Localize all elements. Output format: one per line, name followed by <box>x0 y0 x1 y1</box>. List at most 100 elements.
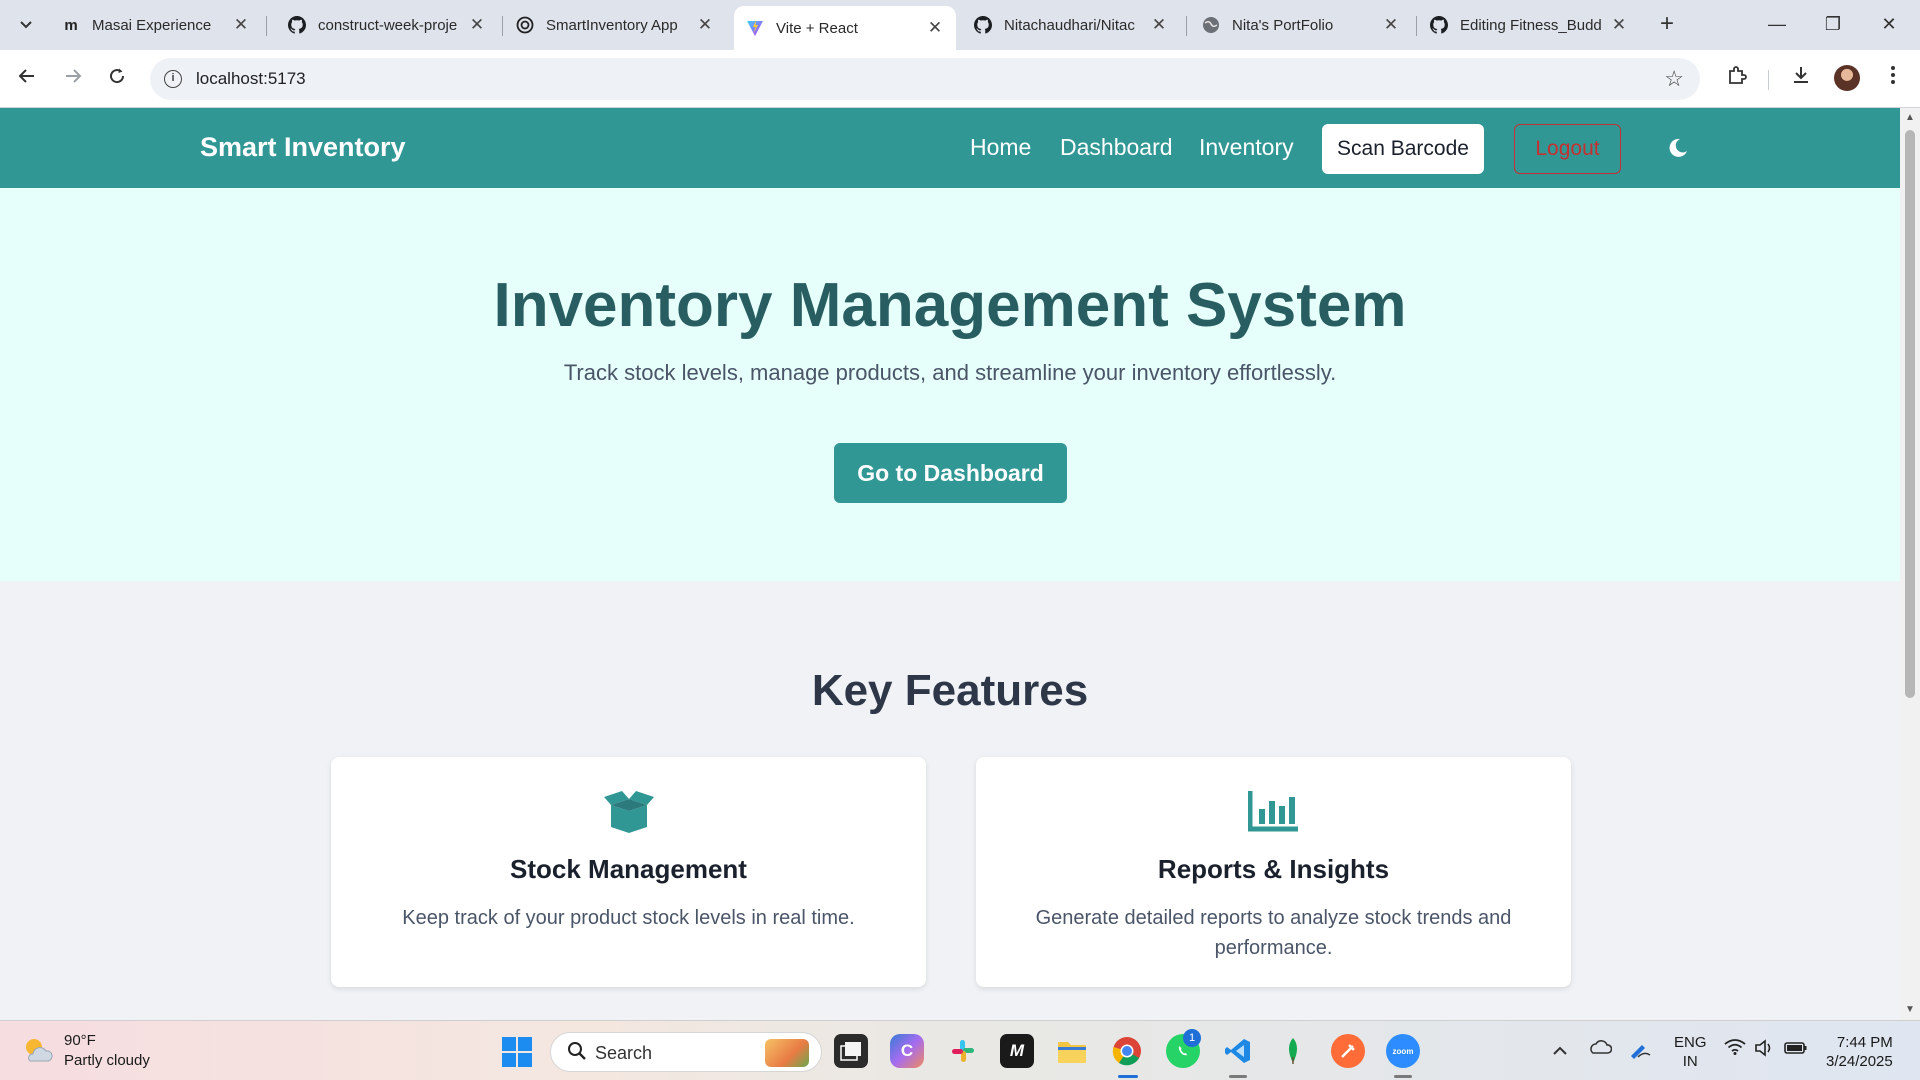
mongodb-icon[interactable] <box>1276 1034 1310 1068</box>
running-app-indicator <box>1394 1075 1412 1078</box>
puzzle-icon <box>1729 66 1747 84</box>
bar-chart-icon <box>1247 789 1300 833</box>
restore-button[interactable]: ❐ <box>1806 8 1860 42</box>
input-language-indicator[interactable]: ENG IN <box>1674 1033 1707 1071</box>
address-bar[interactable]: i localhost:5173 ☆ <box>150 58 1700 100</box>
close-tab-icon[interactable]: ✕ <box>1380 15 1402 35</box>
extensions-button[interactable] <box>1722 64 1752 94</box>
weather-partly-cloudy-icon[interactable] <box>22 1035 54 1065</box>
close-tab-icon[interactable]: ✕ <box>1608 15 1630 35</box>
hero-section: Inventory Management System Track stock … <box>0 188 1900 581</box>
onedrive-cloud-icon[interactable] <box>1588 1039 1613 1060</box>
url-text[interactable]: localhost:5173 <box>196 69 306 89</box>
postman-icon[interactable] <box>1331 1034 1365 1068</box>
close-window-button[interactable]: ✕ <box>1862 8 1916 42</box>
show-hidden-icons-chevron-up-icon[interactable] <box>1552 1039 1568 1060</box>
close-tab-icon[interactable]: ✕ <box>694 15 716 35</box>
close-tab-icon[interactable]: ✕ <box>466 15 488 35</box>
new-tab-button[interactable]: + <box>1652 10 1682 40</box>
chrome-icon[interactable] <box>1110 1034 1144 1068</box>
tab-separator <box>1186 16 1187 36</box>
github-icon <box>288 16 306 34</box>
scroll-up-arrow-icon[interactable]: ▲ <box>1904 112 1916 123</box>
task-view-icon[interactable] <box>834 1034 868 1068</box>
close-tab-icon[interactable]: ✕ <box>924 18 946 38</box>
windows-start-icon[interactable] <box>502 1037 532 1067</box>
taskbar-search[interactable]: Search <box>550 1032 822 1072</box>
masai-icon: m <box>64 16 78 34</box>
hero-subtitle: Track stock levels, manage products, and… <box>563 360 1337 385</box>
page-viewport: Smart Inventory Home Dashboard Inventory… <box>0 108 1900 1020</box>
minimize-button[interactable]: — <box>1750 8 1804 42</box>
globe-icon <box>1202 16 1220 34</box>
close-tab-icon[interactable]: ✕ <box>1148 15 1170 35</box>
wifi-icon[interactable] <box>1724 1039 1746 1060</box>
github-icon <box>974 16 992 34</box>
nav-link-inventory[interactable]: Inventory <box>1199 134 1294 161</box>
browser-tab[interactable]: m Masai Experience ✕ <box>50 8 262 42</box>
github-icon <box>1430 16 1448 34</box>
hero-title: Inventory Management System <box>493 271 1407 340</box>
scroll-down-arrow-icon[interactable]: ▼ <box>1904 1004 1916 1015</box>
arrow-right-icon <box>66 69 82 83</box>
openai-icon <box>516 16 534 34</box>
kebab-menu-icon <box>1891 66 1895 84</box>
logout-button[interactable]: Logout <box>1514 124 1621 174</box>
reload-button[interactable] <box>102 64 132 94</box>
browser-tab-active[interactable]: Vite + React ✕ <box>734 6 956 50</box>
weather-temp: 90°F <box>64 1032 96 1049</box>
moon-icon <box>1669 138 1687 157</box>
page-scrollbar[interactable]: ▲ ▼ <box>1900 108 1920 1020</box>
zoom-icon[interactable]: zoom <box>1386 1034 1420 1068</box>
running-app-indicator <box>1229 1075 1247 1078</box>
scan-barcode-button[interactable]: Scan Barcode <box>1322 124 1484 174</box>
bookmark-star-icon[interactable]: ☆ <box>1664 66 1684 92</box>
profile-avatar[interactable] <box>1834 65 1860 91</box>
browser-menu-button[interactable] <box>1878 64 1908 94</box>
whatsapp-notification-badge: 1 <box>1183 1029 1201 1047</box>
weather-widget[interactable]: 90°F Partly cloudy <box>64 1031 150 1071</box>
system-clock[interactable]: 7:44 PM 3/24/2025 <box>1826 1033 1893 1071</box>
feature-title: Reports & Insights <box>1157 854 1390 884</box>
search-icon <box>567 1041 587 1067</box>
browser-tab[interactable]: construct-week-proje ✕ <box>276 8 498 42</box>
download-icon <box>1794 67 1808 83</box>
forward-button[interactable] <box>58 64 88 94</box>
scrollbar-thumb[interactable] <box>1905 130 1915 698</box>
browser-tab[interactable]: Nitachaudhari/Nitac ✕ <box>962 8 1180 42</box>
site-navbar: Smart Inventory Home Dashboard Inventory… <box>0 108 1900 188</box>
features-heading: Key Features <box>811 666 1089 715</box>
nav-link-home[interactable]: Home <box>970 134 1031 161</box>
battery-icon[interactable] <box>1784 1039 1808 1060</box>
feature-description: Keep track of your product stock levels … <box>402 907 855 929</box>
active-app-indicator <box>1118 1075 1138 1078</box>
search-label: Search <box>595 1043 653 1063</box>
nav-link-dashboard[interactable]: Dashboard <box>1060 134 1173 161</box>
theme-toggle-button[interactable] <box>1666 136 1690 160</box>
back-button[interactable] <box>12 64 42 94</box>
browser-tab[interactable]: SmartInventory App ✕ <box>504 8 726 42</box>
pen-input-icon[interactable] <box>1628 1039 1652 1064</box>
tab-search-menu-button[interactable] <box>12 11 40 39</box>
feature-card-stock: Stock Management Keep track of your prod… <box>331 757 926 987</box>
box-open-icon <box>603 789 655 833</box>
site-info-icon[interactable]: i <box>164 70 182 88</box>
go-to-dashboard-button[interactable]: Go to Dashboard <box>834 443 1067 503</box>
browser-tab[interactable]: Editing Fitness_Budd ✕ <box>1418 8 1640 42</box>
vscode-icon[interactable] <box>1221 1034 1255 1068</box>
arrow-left-icon <box>18 69 34 83</box>
lang-primary: ENG <box>1674 1034 1707 1051</box>
vite-icon <box>746 19 764 37</box>
file-explorer-icon[interactable] <box>1055 1034 1089 1068</box>
browser-tab[interactable]: Nita's PortFolio ✕ <box>1190 8 1412 42</box>
feature-card-reports: Reports & Insights Generate detailed rep… <box>976 757 1571 987</box>
volume-icon[interactable] <box>1754 1039 1776 1062</box>
slack-icon[interactable] <box>946 1034 980 1068</box>
downloads-button[interactable] <box>1786 64 1816 94</box>
brand-logo[interactable]: Smart Inventory <box>200 132 406 163</box>
toolbar-divider <box>1768 70 1769 90</box>
close-tab-icon[interactable]: ✕ <box>230 15 252 35</box>
masai-app-icon[interactable]: M <box>1000 1034 1034 1068</box>
copilot-icon[interactable]: C <box>890 1034 924 1068</box>
browser-toolbar: i localhost:5173 ☆ <box>0 50 1920 108</box>
